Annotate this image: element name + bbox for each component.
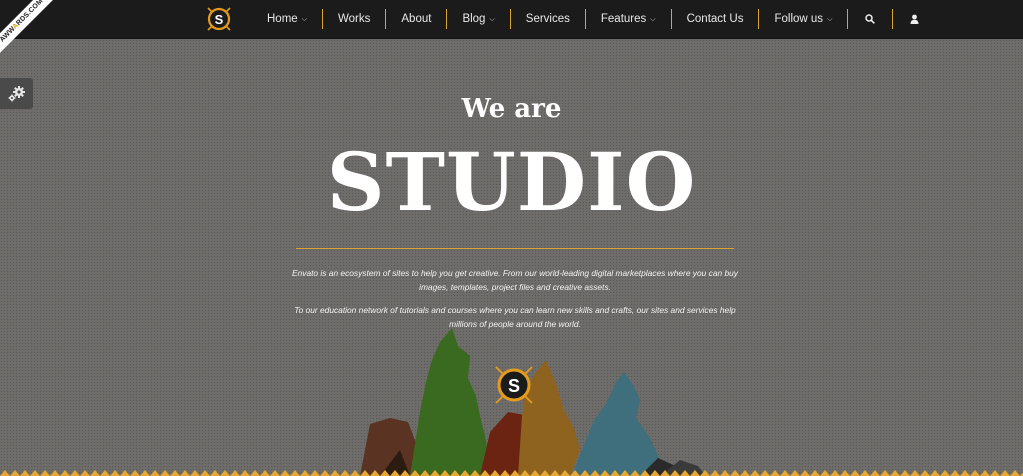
- chevron-down-icon: ⌵: [301, 15, 307, 23]
- nav-item-services[interactable]: Services: [511, 0, 585, 38]
- nav-item-label: Follow us: [774, 13, 824, 25]
- user-button[interactable]: [893, 0, 936, 38]
- svg-text:S: S: [215, 12, 224, 27]
- nav-item-contact-us[interactable]: Contact Us: [672, 0, 759, 38]
- search-button[interactable]: [848, 0, 892, 38]
- nav-item-features[interactable]: Features ⌵: [586, 0, 671, 38]
- nav-item-blog[interactable]: Blog ⌵: [447, 0, 509, 38]
- nav-item-label: Contact Us: [686, 13, 744, 25]
- chevron-down-icon: ⌵: [827, 15, 833, 23]
- search-icon: [865, 14, 876, 24]
- top-navbar: S Home ⌵ Works About Blog ⌵ Services Fea…: [0, 0, 1023, 39]
- nav-item-label: About: [401, 13, 432, 25]
- nav-item-label: Services: [525, 13, 570, 25]
- hero-title: STUDIO: [326, 135, 697, 229]
- nav-item-label: Blog: [462, 13, 486, 25]
- user-icon: [910, 14, 919, 24]
- nav-item-works[interactable]: Works: [323, 0, 385, 38]
- nav-item-follow-us[interactable]: Follow us ⌵: [759, 0, 847, 38]
- nav-item-label: Works: [338, 13, 371, 25]
- main-nav: Home ⌵ Works About Blog ⌵ Services Featu…: [252, 0, 936, 38]
- hero-divider: [296, 248, 734, 249]
- center-logo-icon: S: [495, 366, 533, 404]
- hero-paragraph: Envato is an ecosystem of sites to help …: [292, 268, 738, 292]
- nav-item-about[interactable]: About: [386, 0, 446, 38]
- hero-subtitle: We are: [461, 94, 562, 124]
- chevron-down-icon: ⌵: [650, 15, 656, 23]
- zigzag-border: [0, 462, 1023, 476]
- chevron-down-icon: ⌵: [489, 15, 495, 23]
- nav-item-label: Features: [600, 13, 647, 25]
- nav-item-home[interactable]: Home ⌵: [252, 0, 322, 38]
- site-logo[interactable]: S: [205, 5, 233, 33]
- nav-item-label: Home: [267, 13, 298, 25]
- svg-text:S: S: [508, 376, 520, 396]
